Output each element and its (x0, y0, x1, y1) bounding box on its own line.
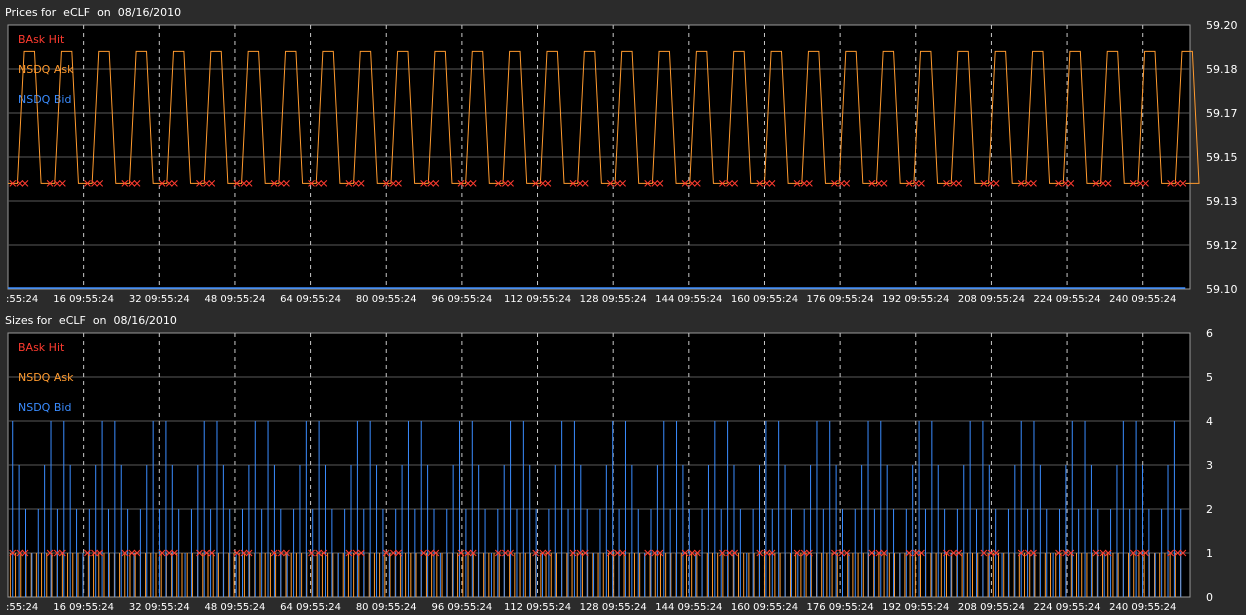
prices-y-tick-label: 59.15 (1206, 151, 1238, 164)
sizes-y-tick-label: 5 (1206, 371, 1213, 384)
prices-panel: Prices for eCLF on 08/16/2010 59.20 59.18… (0, 0, 1246, 308)
prices-legend-bask-hit: BAsk Hit (18, 33, 65, 46)
sizes-y-tick-label: 4 (1206, 415, 1213, 428)
sizes-x-tick-label: 208 09:55:24 (958, 602, 1025, 613)
sizes-x-tick-label: 48 09:55:24 (205, 602, 266, 613)
sizes-x-tick-label: 144 09:55:24 (655, 602, 722, 613)
prices-x-tick-label: 176 09:55:24 (807, 294, 874, 305)
prices-y-tick-label: 59.17 (1206, 107, 1238, 120)
sizes-legend-bask-hit: BAsk Hit (18, 341, 65, 354)
sizes-x-tick-label: 96 09:55:24 (431, 602, 492, 613)
sizes-x-tick-label: 112 09:55:24 (504, 602, 571, 613)
prices-x-tick-label: 32 09:55:24 (129, 294, 190, 305)
sizes-y-tick-label: 0 (1206, 591, 1213, 604)
sizes-panel: Sizes for eCLF on 08/16/2010 6 5 4 3 2 1 0:55:… (0, 308, 1246, 615)
sizes-x-tick-label: 160 09:55:24 (731, 602, 798, 613)
prices-x-tick-label: 64 09:55:24 (280, 294, 341, 305)
sizes-x-tick-label: :55:24 (6, 602, 38, 613)
sizes-x-tick-label: 192 09:55:24 (882, 602, 949, 613)
prices-legend-nsdq-bid: NSDQ Bid (18, 93, 71, 106)
sizes-x-tick-label: 32 09:55:24 (129, 602, 190, 613)
prices-x-tick-label: 96 09:55:24 (431, 294, 492, 305)
prices-x-tick-label: 16 09:55:24 (53, 294, 114, 305)
sizes-x-tick-label: 240 09:55:24 (1109, 602, 1176, 613)
prices-x-tick-label: 224 09:55:24 (1033, 294, 1100, 305)
prices-y-tick-label: 59.13 (1206, 195, 1238, 208)
prices-x-tick-label: 208 09:55:24 (958, 294, 1025, 305)
prices-y-tick-label: 59.18 (1206, 63, 1238, 76)
prices-x-tick-label: 112 09:55:24 (504, 294, 571, 305)
prices-chart: 59.20 59.18 59.17 59.15 59.13 59.12 59.10 :55:2… (6, 19, 1238, 305)
sizes-y-tick-label: 6 (1206, 327, 1213, 340)
prices-x-tick-label: 128 09:55:24 (580, 294, 647, 305)
sizes-x-tick-label: 176 09:55:24 (807, 602, 874, 613)
sizes-y-tick-label: 1 (1206, 547, 1213, 560)
prices-x-tick-label: 240 09:55:24 (1109, 294, 1176, 305)
prices-x-tick-label: 160 09:55:24 (731, 294, 798, 305)
prices-x-tick-label: 192 09:55:24 (882, 294, 949, 305)
sizes-legend-nsdq-ask: NSDQ Ask (18, 371, 74, 384)
sizes-chart: 6 5 4 3 2 1 0 :55:24 16 09:55:24 32 09:55:24 48 09… (6, 327, 1213, 613)
sizes-legend-nsdq-bid: NSDQ Bid (18, 401, 71, 414)
prices-legend-nsdq-ask: NSDQ Ask (18, 63, 74, 76)
prices-x-tick-label: 144 09:55:24 (655, 294, 722, 305)
prices-y-tick-label: 59.20 (1206, 19, 1238, 32)
prices-y-tick-label: 59.12 (1206, 239, 1238, 252)
sizes-x-tick-label: 80 09:55:24 (356, 602, 417, 613)
prices-x-tick-label: 48 09:55:24 (205, 294, 266, 305)
sizes-x-tick-label: 224 09:55:24 (1033, 602, 1100, 613)
sizes-y-tick-label: 3 (1206, 459, 1213, 472)
sizes-y-tick-label: 2 (1206, 503, 1213, 516)
prices-x-tick-label: :55:24 (6, 294, 38, 305)
sizes-x-tick-label: 128 09:55:24 (580, 602, 647, 613)
sizes-x-tick-label: 16 09:55:24 (53, 602, 114, 613)
sizes-x-tick-label: 64 09:55:24 (280, 602, 341, 613)
prices-y-tick-label: 59.10 (1206, 283, 1238, 296)
prices-x-tick-label: 80 09:55:24 (356, 294, 417, 305)
